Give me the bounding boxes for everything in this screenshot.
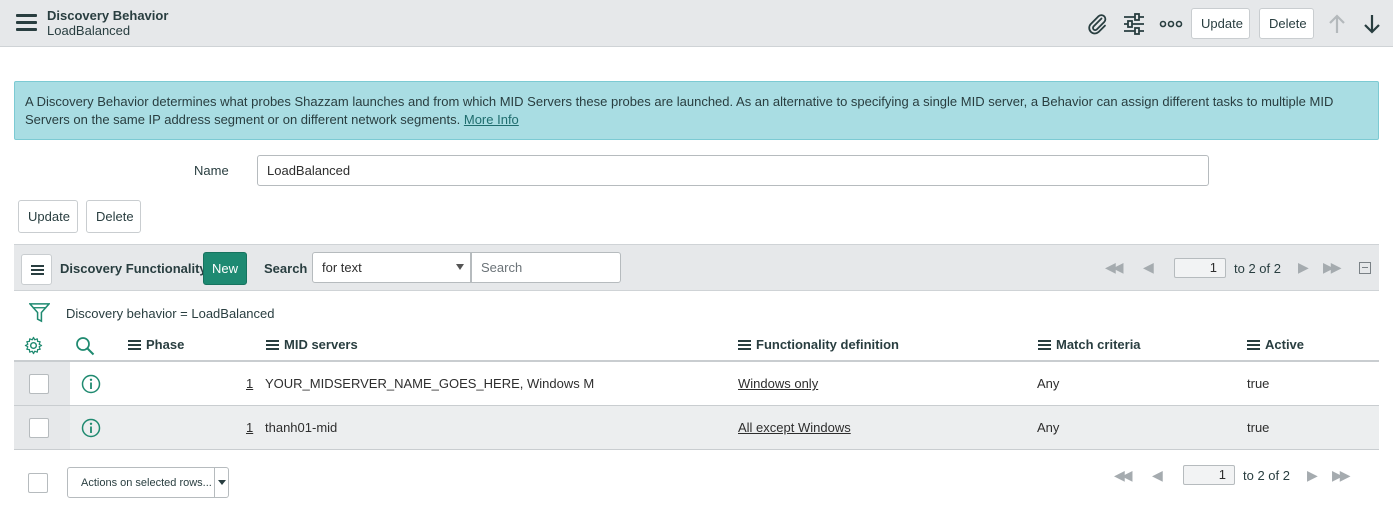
page-number-input[interactable]: 1	[1183, 465, 1235, 485]
gear-icon[interactable]	[24, 336, 43, 355]
page-count: to 2 of 2	[1234, 261, 1281, 276]
new-button[interactable]: New	[203, 252, 247, 285]
chevron-down-icon	[218, 480, 226, 485]
first-page-icon[interactable]: ◀◀	[1114, 467, 1132, 484]
form-header: Discovery Behavior LoadBalanced Update D…	[0, 0, 1393, 47]
column-menu-icon[interactable]	[128, 340, 141, 350]
more-icon[interactable]	[1159, 12, 1183, 36]
table-row: 1 thanh01-mid All except Windows Any tru…	[14, 406, 1379, 450]
info-icon[interactable]	[81, 418, 101, 438]
info-banner: A Discovery Behavior determines what pro…	[14, 81, 1379, 140]
info-icon[interactable]	[81, 374, 101, 394]
column-header-phase[interactable]: Phase	[128, 337, 184, 352]
page-subtitle: LoadBalanced	[47, 23, 131, 38]
header-delete-button[interactable]: Delete	[1259, 8, 1314, 39]
search-icon[interactable]	[75, 336, 95, 356]
column-menu-icon[interactable]	[1247, 340, 1260, 350]
phase-link[interactable]: 1	[246, 376, 253, 391]
search-label: Search	[264, 261, 308, 276]
name-label: Name	[194, 163, 229, 178]
search-select-value: for text	[322, 260, 362, 275]
menu-icon[interactable]	[16, 14, 37, 31]
select-all-checkbox[interactable]	[28, 473, 48, 493]
match-criteria-cell: Any	[1037, 420, 1060, 435]
update-button[interactable]: Update	[18, 200, 78, 233]
last-page-icon[interactable]: ▶▶	[1332, 467, 1350, 484]
sliders-icon[interactable]	[1122, 12, 1146, 36]
filter-icon[interactable]	[29, 302, 50, 323]
column-menu-icon[interactable]	[266, 340, 279, 350]
match-criteria-cell: Any	[1037, 376, 1060, 391]
chevron-down-icon	[456, 264, 464, 270]
collapse-icon[interactable]	[1359, 262, 1371, 274]
arrow-up-icon[interactable]	[1325, 12, 1349, 36]
page-number-input[interactable]: 1	[1174, 258, 1226, 278]
paperclip-icon[interactable]	[1085, 12, 1109, 36]
first-page-icon[interactable]: ◀◀	[1105, 259, 1123, 276]
column-header-mid-servers[interactable]: MID servers	[266, 337, 358, 352]
table-row: 1 YOUR_MIDSERVER_NAME_GOES_HERE, Windows…	[14, 362, 1379, 406]
phase-link[interactable]: 1	[246, 420, 253, 435]
actions-on-selected-rows-select[interactable]: Actions on selected rows...	[67, 467, 229, 498]
mid-servers-cell: thanh01-mid	[265, 420, 338, 435]
column-header-functionality-definition[interactable]: Functionality definition	[738, 337, 899, 352]
column-header-match-criteria[interactable]: Match criteria	[1038, 337, 1141, 352]
next-page-icon[interactable]: ▶	[1298, 259, 1309, 276]
list-title[interactable]: Discovery Functionality	[60, 261, 207, 276]
header-update-button[interactable]: Update	[1191, 8, 1250, 39]
actions-label: Actions on selected rows...	[81, 477, 212, 489]
list-toolbar: Discovery Functionality New Search for t…	[14, 244, 1379, 291]
last-page-icon[interactable]: ▶▶	[1323, 259, 1341, 276]
functionality-definition-link[interactable]: Windows only	[738, 376, 818, 391]
list-menu-icon[interactable]	[21, 254, 52, 285]
page-title: Discovery Behavior	[47, 8, 169, 23]
column-menu-icon[interactable]	[1038, 340, 1051, 350]
row-checkbox[interactable]	[29, 374, 49, 394]
column-header-active[interactable]: Active	[1247, 337, 1304, 352]
next-page-icon[interactable]: ▶	[1307, 467, 1318, 484]
row-checkbox[interactable]	[29, 418, 49, 438]
filter-breadcrumb[interactable]: Discovery behavior = LoadBalanced	[66, 306, 275, 321]
page-count: to 2 of 2	[1243, 468, 1290, 483]
name-field[interactable]: LoadBalanced	[257, 155, 1209, 186]
more-info-link[interactable]: More Info	[464, 112, 519, 127]
banner-text: A Discovery Behavior determines what pro…	[25, 94, 1334, 127]
active-cell: true	[1247, 376, 1270, 391]
delete-button[interactable]: Delete	[86, 200, 141, 233]
search-field-select[interactable]: for text	[312, 252, 471, 283]
active-cell: true	[1247, 420, 1270, 435]
functionality-definition-link[interactable]: All except Windows	[738, 420, 851, 435]
prev-page-icon[interactable]: ◀	[1143, 259, 1154, 276]
search-input[interactable]: Search	[471, 252, 621, 283]
arrow-down-icon[interactable]	[1360, 12, 1384, 36]
column-menu-icon[interactable]	[738, 340, 751, 350]
mid-servers-cell: YOUR_MIDSERVER_NAME_GOES_HERE, Windows M	[265, 376, 595, 391]
prev-page-icon[interactable]: ◀	[1152, 467, 1163, 484]
